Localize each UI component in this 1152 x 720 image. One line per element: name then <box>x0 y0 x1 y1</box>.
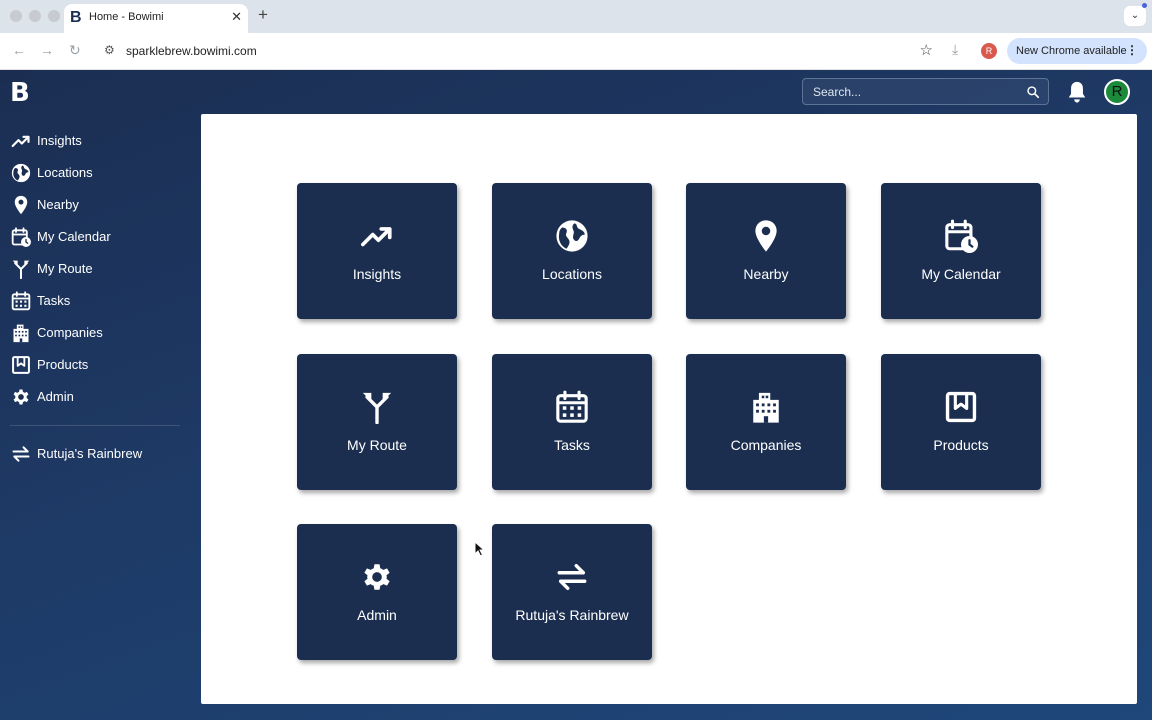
tile-companies[interactable]: Companies <box>686 354 846 490</box>
window-maximize-dot[interactable] <box>48 10 60 22</box>
tile-label: Products <box>933 437 989 453</box>
map-pin-icon <box>749 219 783 253</box>
tile-admin[interactable]: Admin <box>297 524 457 660</box>
window-close-dot[interactable] <box>10 10 22 22</box>
sidebar-divider <box>10 425 180 426</box>
chrome-update-button[interactable]: New Chrome available ⋮ <box>1007 38 1147 64</box>
route-fork-icon <box>360 390 394 424</box>
tile-tasks[interactable]: Tasks <box>492 354 652 490</box>
browser-toolbar: ← → ↻ ⚙ sparklebrew.bowimi.com ☆ ⤓ R New… <box>0 33 1152 70</box>
bookmark-book-icon <box>11 355 31 375</box>
sidebar-item-label: Tasks <box>37 293 71 308</box>
gear-icon <box>11 387 31 407</box>
tab-title: Home - Bowimi <box>89 11 164 23</box>
sidebar-item-label: Insights <box>37 133 82 148</box>
sidebar-item-label: Admin <box>37 389 74 404</box>
chrome-update-label: New Chrome available <box>1016 45 1127 57</box>
bowimi-logo[interactable]: B <box>10 78 30 108</box>
tile-label: Companies <box>730 437 802 453</box>
trending-up-icon <box>360 219 394 253</box>
sidebar-item-my-calendar[interactable]: My Calendar <box>0 225 190 251</box>
tile-products[interactable]: Products <box>881 354 1041 490</box>
globe-icon <box>555 219 589 253</box>
sidebar-item-label: Nearby <box>37 197 79 212</box>
trending-up-icon <box>11 131 31 151</box>
address-bar[interactable]: ⚙ sparklebrew.bowimi.com ☆ <box>98 37 941 65</box>
swap-arrows-icon <box>11 444 31 464</box>
search-input[interactable] <box>803 79 1018 104</box>
tab-search-button[interactable]: ⌄ <box>1124 6 1146 26</box>
forward-arrow-icon[interactable]: → <box>40 42 54 58</box>
window-minimize-dot[interactable] <box>29 10 41 22</box>
tile-switch-account[interactable]: Rutuja's Rainbrew <box>492 524 652 660</box>
sidebar-item-products[interactable]: Products <box>0 353 190 379</box>
browser-tab-active[interactable]: B Home - Bowimi ✕ <box>64 4 248 33</box>
tile-nearby[interactable]: Nearby <box>686 183 846 319</box>
bell-icon[interactable] <box>1066 80 1088 104</box>
calendar-grid-icon <box>555 390 589 424</box>
sidebar-item-nearby[interactable]: Nearby <box>0 193 190 219</box>
bowimi-favicon-icon: B <box>70 9 82 26</box>
sidebar-item-label: My Route <box>37 261 93 276</box>
url-text[interactable]: sparklebrew.bowimi.com <box>126 44 257 58</box>
home-panel: Insights Locations Nearby My Calendar My… <box>201 114 1137 704</box>
bookmark-book-icon <box>944 390 978 424</box>
globe-icon <box>11 163 31 183</box>
mouse-cursor-icon <box>474 541 485 557</box>
building-icon <box>11 323 31 343</box>
chrome-profile-avatar[interactable]: R <box>981 43 997 59</box>
user-avatar[interactable]: R <box>1104 79 1130 105</box>
sidebar-item-label: Locations <box>37 165 93 180</box>
sidebar-item-tasks[interactable]: Tasks <box>0 289 190 315</box>
notification-dot-icon <box>1142 3 1147 8</box>
tile-label: My Calendar <box>921 266 1001 282</box>
back-arrow-icon[interactable]: ← <box>12 42 26 58</box>
calendar-clock-icon <box>944 219 978 253</box>
sidebar-item-locations[interactable]: Locations <box>0 161 190 187</box>
gear-icon <box>360 560 394 594</box>
site-info-icon[interactable]: ⚙ <box>104 43 115 57</box>
download-icon[interactable]: ⤓ <box>952 41 958 58</box>
calendar-clock-icon <box>11 227 31 247</box>
calendar-grid-icon <box>11 291 31 311</box>
bookmark-star-icon[interactable]: ☆ <box>920 41 933 59</box>
sidebar-item-label: Companies <box>37 325 103 340</box>
sidebar-item-switch-account[interactable]: Rutuja's Rainbrew <box>0 442 190 468</box>
tile-label: Admin <box>357 607 397 623</box>
sidebar-item-label: Rutuja's Rainbrew <box>37 446 143 461</box>
tile-label: Nearby <box>743 266 789 282</box>
tile-label: Rutuja's Rainbrew <box>515 607 629 623</box>
building-icon <box>749 390 783 424</box>
search-icon[interactable] <box>1026 85 1040 99</box>
route-fork-icon <box>11 259 31 279</box>
tile-locations[interactable]: Locations <box>492 183 652 319</box>
kebab-menu-icon[interactable]: ⋮ <box>1126 43 1138 57</box>
browser-tab-bar: B Home - Bowimi ✕ + ⌄ <box>0 0 1152 33</box>
tile-label: My Route <box>347 437 407 453</box>
sidebar-item-label: My Calendar <box>37 229 111 244</box>
search-box[interactable] <box>802 78 1049 105</box>
swap-arrows-icon <box>555 560 589 594</box>
sidebar-item-my-route[interactable]: My Route <box>0 257 190 283</box>
sidebar-item-insights[interactable]: Insights <box>0 129 190 155</box>
map-pin-icon <box>11 195 31 215</box>
sidebar-item-admin[interactable]: Admin <box>0 385 190 411</box>
tile-my-route[interactable]: My Route <box>297 354 457 490</box>
tile-my-calendar[interactable]: My Calendar <box>881 183 1041 319</box>
tile-insights[interactable]: Insights <box>297 183 457 319</box>
app-shell: B R Insights Locations Nearby My Calenda… <box>0 70 1152 720</box>
sidebar-item-companies[interactable]: Companies <box>0 321 190 347</box>
tile-label: Tasks <box>554 437 590 453</box>
tab-close-icon[interactable]: ✕ <box>231 9 242 25</box>
new-tab-icon[interactable]: + <box>258 5 268 25</box>
tile-label: Locations <box>542 266 602 282</box>
tile-label: Insights <box>352 266 402 282</box>
reload-icon[interactable]: ↻ <box>69 42 81 59</box>
sidebar-item-label: Products <box>37 357 89 372</box>
